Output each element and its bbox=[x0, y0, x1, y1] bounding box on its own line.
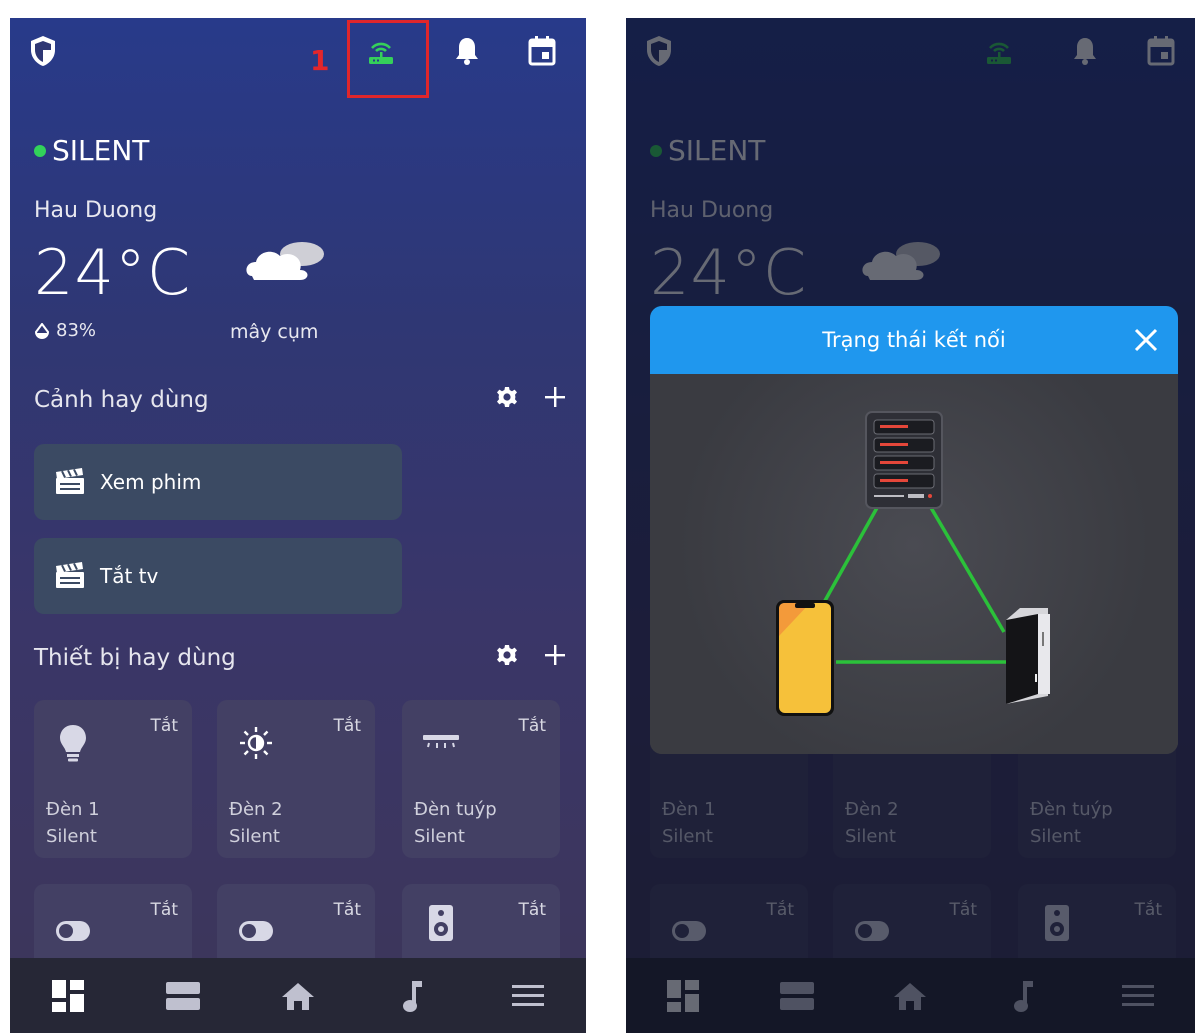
cloud-icon bbox=[242, 232, 332, 286]
nav-music-icon[interactable] bbox=[391, 974, 435, 1018]
phone-icon bbox=[776, 600, 834, 716]
gear-icon[interactable] bbox=[496, 644, 518, 672]
connection-lines bbox=[820, 505, 1006, 664]
nav-rooms-icon[interactable] bbox=[161, 974, 205, 1018]
temperature: 24°C bbox=[34, 236, 192, 309]
tube-light-icon bbox=[416, 718, 466, 768]
speaker-icon bbox=[416, 898, 466, 948]
phone-screen-home: 1 SILENT Hau Duong 24°C 83% mây cụm Cảnh… bbox=[10, 18, 586, 1033]
brightness-icon bbox=[231, 718, 281, 768]
device-name: Đèn 1 Silent bbox=[46, 796, 100, 850]
humidity-value: 83% bbox=[56, 320, 97, 341]
dialog-title: Trạng thái kết nối bbox=[822, 328, 1006, 352]
bulb-icon bbox=[48, 718, 98, 768]
calendar-icon[interactable] bbox=[525, 34, 559, 68]
device-room: Silent bbox=[229, 826, 280, 847]
weather-location: Hau Duong bbox=[34, 198, 158, 223]
device-name: Đèn tuýp Silent bbox=[414, 796, 497, 850]
toggle-icon bbox=[231, 906, 281, 956]
device-state: Tắt bbox=[518, 900, 546, 920]
device-room: Silent bbox=[46, 826, 97, 847]
clapperboard-icon bbox=[56, 468, 84, 494]
nav-dashboard-icon[interactable] bbox=[46, 974, 90, 1018]
device-card-den-2[interactable]: Tắt Đèn 2 Silent bbox=[217, 700, 375, 858]
toggle-icon bbox=[48, 906, 98, 956]
close-icon[interactable] bbox=[1132, 326, 1160, 354]
scene-label: Xem phim bbox=[100, 470, 202, 494]
hub-device-icon bbox=[1006, 608, 1050, 704]
add-icon[interactable] bbox=[544, 644, 566, 672]
dialog-header: Trạng thái kết nối bbox=[650, 306, 1178, 374]
phone-screen-connection-dialog: SILENT Hau Duong 24°C Đèn 1Silent Đèn 2S… bbox=[626, 18, 1195, 1033]
device-label: Đèn 1 bbox=[46, 799, 100, 820]
scene-card-tat-tv[interactable]: Tắt tv bbox=[34, 538, 402, 614]
top-bar: 1 bbox=[10, 18, 586, 98]
devices-header: Thiết bị hay dùng bbox=[34, 640, 566, 676]
device-card-den-tuyp[interactable]: Tắt Đèn tuýp Silent bbox=[402, 700, 560, 858]
device-state: Tắt bbox=[150, 716, 178, 736]
server-icon bbox=[865, 411, 943, 509]
nav-home-icon[interactable] bbox=[276, 974, 320, 1018]
connection-status-dialog: Trạng thái kết nối bbox=[650, 306, 1178, 754]
gear-icon[interactable] bbox=[496, 386, 518, 414]
connection-diagram bbox=[650, 374, 1178, 754]
weather-description: mây cụm bbox=[230, 321, 319, 343]
devices-title: Thiết bị hay dùng bbox=[34, 645, 236, 671]
status-label: SILENT bbox=[52, 134, 150, 167]
scene-label: Tắt tv bbox=[100, 564, 159, 588]
device-state: Tắt bbox=[518, 716, 546, 736]
alarm-status: SILENT bbox=[34, 134, 149, 167]
nav-menu-icon[interactable] bbox=[506, 974, 550, 1018]
scene-card-xem-phim[interactable]: Xem phim bbox=[34, 444, 402, 520]
step-marker: 1 bbox=[310, 44, 330, 77]
device-card-den-1[interactable]: Tắt Đèn 1 Silent bbox=[34, 700, 192, 858]
device-name: Đèn 2 Silent bbox=[229, 796, 283, 850]
bell-icon[interactable] bbox=[450, 34, 484, 68]
device-state: Tắt bbox=[333, 900, 361, 920]
humidity-icon bbox=[34, 322, 50, 339]
status-dot bbox=[34, 144, 46, 157]
device-label: Đèn 2 bbox=[229, 799, 283, 820]
device-state: Tắt bbox=[333, 716, 361, 736]
add-icon[interactable] bbox=[544, 386, 566, 414]
scenes-title: Cảnh hay dùng bbox=[34, 387, 209, 413]
shield-icon[interactable] bbox=[26, 34, 60, 68]
router-icon[interactable] bbox=[364, 34, 398, 68]
device-state: Tắt bbox=[150, 900, 178, 920]
scenes-header: Cảnh hay dùng bbox=[34, 382, 566, 418]
humidity: 83% bbox=[34, 320, 96, 341]
device-label: Đèn tuýp bbox=[414, 799, 497, 820]
device-room: Silent bbox=[414, 826, 465, 847]
bottom-nav bbox=[10, 958, 586, 1033]
clapperboard-icon bbox=[56, 562, 84, 588]
